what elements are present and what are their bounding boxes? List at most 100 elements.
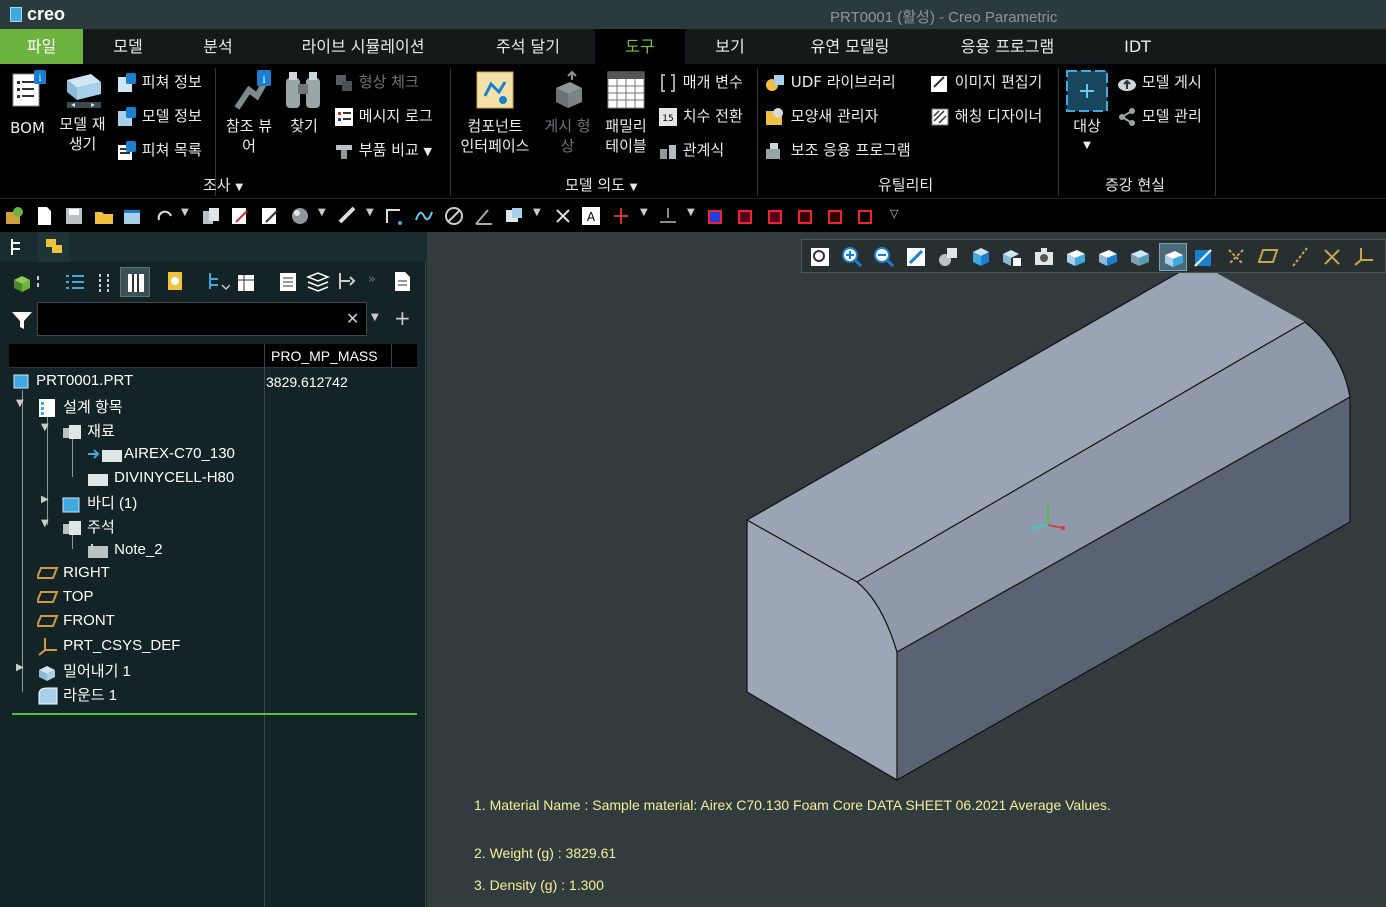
feature-list-button[interactable]: 피쳐 목록	[117, 139, 202, 161]
tree-item-extrude[interactable]: 밀어내기 1	[37, 660, 131, 682]
auxiliary-apps-button[interactable]: 보조 응용 프로그램	[764, 139, 911, 161]
column-divider[interactable]	[391, 344, 392, 368]
model-tree-tab-icon[interactable]	[8, 237, 30, 257]
appearance-manager-button[interactable]: 모양새 관리자	[764, 105, 878, 127]
curve-icon[interactable]	[414, 206, 434, 226]
tree-item-bodies[interactable]: 바디 (1)	[61, 492, 137, 514]
model-player-button[interactable]: 모델 재 생기	[55, 70, 110, 154]
tab-annotate[interactable]: 주석 달기	[478, 29, 578, 64]
publish-geometry-button[interactable]: 게시 형 상	[540, 70, 595, 156]
shaded-with-edges-button[interactable]	[1159, 243, 1187, 271]
tab-model[interactable]: 모델	[83, 29, 173, 64]
chevron-down-icon[interactable]: ▼	[371, 312, 379, 323]
chevron-down-icon[interactable]: ▼	[687, 207, 695, 218]
zoom-out-icon[interactable]	[873, 246, 895, 268]
tree-item-material-divinycell[interactable]: DIVINYCELL-H80	[86, 468, 234, 488]
tab-live-simulation[interactable]: 라이브 시뮬레이션	[278, 29, 448, 64]
chevron-down-icon[interactable]: ▼	[318, 207, 326, 218]
more-icon[interactable]: »	[368, 272, 376, 287]
parameters-button[interactable]: 매개 변수	[658, 71, 743, 93]
tree-filters-icon[interactable]	[64, 272, 86, 294]
message-log-button[interactable]: 메시지 로그	[334, 105, 433, 127]
tree-expand-icon[interactable]	[336, 271, 360, 293]
tree-item-material-airex[interactable]: AIREX-C70_130	[86, 444, 235, 464]
edit-icon[interactable]	[260, 206, 280, 226]
wireframe-icon[interactable]	[1129, 246, 1151, 268]
hatch-designer-button[interactable]: 해칭 디자이너	[930, 105, 1042, 127]
tree-item-right[interactable]: RIGHT	[37, 564, 110, 582]
model-manage-button[interactable]: 모델 관리	[1117, 105, 1202, 127]
customize-dropdown-icon[interactable]: ▽	[890, 207, 898, 220]
sketch-icon[interactable]	[384, 206, 404, 226]
tree-item-top[interactable]: TOP	[37, 588, 93, 606]
bom-button[interactable]: i BOM	[5, 70, 50, 138]
columns-table-icon[interactable]	[236, 271, 258, 293]
perspective-view-icon[interactable]	[937, 246, 959, 268]
text-icon[interactable]: A	[581, 206, 601, 226]
axis-display-icon[interactable]	[1289, 246, 1311, 268]
collapse-icon[interactable]: ▼	[16, 398, 24, 409]
group-label-investigate[interactable]: 조사 ▼	[203, 174, 243, 195]
tree-item-annotations[interactable]: 주석	[61, 516, 115, 538]
layer-stack-icon[interactable]	[306, 271, 330, 293]
redo-icon[interactable]	[155, 206, 175, 226]
family-table-button[interactable]: 패밀리 테이블	[600, 70, 652, 156]
plane-display-icon[interactable]	[1257, 246, 1279, 268]
copy-icon[interactable]	[201, 206, 221, 226]
reference-viewer-button[interactable]: i 참조 뷰 어	[220, 70, 278, 156]
datum-display-icon[interactable]	[1225, 246, 1247, 268]
switch-dimensions-button[interactable]: 15 치수 전환	[658, 105, 743, 127]
compare-part-button[interactable]: 부품 비교 ▼	[334, 139, 432, 161]
new-file-icon[interactable]	[34, 206, 54, 226]
note-weight[interactable]: 2. Weight (g) : 3829.61	[474, 845, 616, 861]
tab-analysis[interactable]: 분석	[173, 29, 263, 64]
display-style-icon[interactable]	[1065, 246, 1087, 268]
udf-library-button[interactable]: UDF 라이브러리	[764, 71, 896, 93]
window-icon[interactable]	[122, 206, 142, 226]
feature-info-button[interactable]: 피쳐 정보	[117, 71, 202, 93]
zoom-in-icon[interactable]	[841, 246, 863, 268]
collapse-icon[interactable]: ▼	[41, 518, 49, 529]
group-label-model-intent[interactable]: 모델 의도 ▼	[565, 174, 637, 195]
display-style-2-icon[interactable]	[736, 206, 756, 226]
insert-indicator[interactable]	[12, 713, 417, 715]
column-header-mass[interactable]: PRO_MP_MASS	[271, 348, 378, 364]
tree-item-materials[interactable]: 재료	[61, 420, 115, 442]
close-window-icon[interactable]	[553, 206, 573, 226]
tab-applications[interactable]: 응용 프로그램	[945, 29, 1070, 64]
measure-icon[interactable]	[338, 206, 358, 226]
image-editor-button[interactable]: 이미지 편집기	[930, 71, 1042, 93]
datum-plane-icon[interactable]	[658, 206, 678, 226]
point-display-icon[interactable]	[1321, 246, 1343, 268]
open-folder-icon[interactable]	[94, 206, 114, 226]
tab-flexible-modeling[interactable]: 유연 모델링	[795, 29, 905, 64]
collapse-icon[interactable]: ▼	[41, 422, 49, 433]
tab-file[interactable]: 파일	[0, 29, 83, 64]
relations-button[interactable]: 관계식	[658, 139, 724, 161]
csys-display-icon[interactable]	[1353, 246, 1375, 268]
target-button[interactable]: 대상 ▼	[1064, 70, 1110, 156]
view-manager-icon[interactable]	[504, 206, 524, 226]
tree-item-csys[interactable]: PRT_CSYS_DEF	[37, 636, 180, 656]
tree-item-design-items[interactable]: 설계 항목	[37, 396, 123, 418]
camera-icon[interactable]	[1033, 246, 1055, 268]
details-icon[interactable]	[278, 271, 300, 293]
chevron-down-icon[interactable]: ▼	[533, 207, 541, 218]
display-style-6-icon[interactable]	[856, 206, 876, 226]
chevron-down-icon[interactable]: ▼	[640, 207, 648, 218]
expand-icon[interactable]: ▶	[16, 662, 24, 673]
model-info-button[interactable]: 모델 정보	[117, 105, 202, 127]
note-material-name[interactable]: 1. Material Name : Sample material: Aire…	[474, 797, 1111, 813]
component-interface-button[interactable]: 컴포넌트 인터페이스	[456, 70, 534, 156]
tree-columns-icon[interactable]	[94, 272, 116, 294]
no-entry-icon[interactable]	[444, 206, 464, 226]
tab-view[interactable]: 보기	[695, 29, 765, 64]
clear-icon[interactable]: ✕	[346, 309, 359, 328]
chevron-down-icon[interactable]: ▼	[181, 207, 189, 218]
filter-icon[interactable]	[11, 309, 35, 331]
tab-tools[interactable]: 도구	[595, 29, 685, 64]
search-input[interactable]	[37, 302, 367, 336]
tree-root[interactable]: PRT0001.PRT	[12, 372, 133, 390]
display-style-5-icon[interactable]	[826, 206, 846, 226]
compare-part-dropdown-icon[interactable]: ▼	[424, 145, 432, 158]
